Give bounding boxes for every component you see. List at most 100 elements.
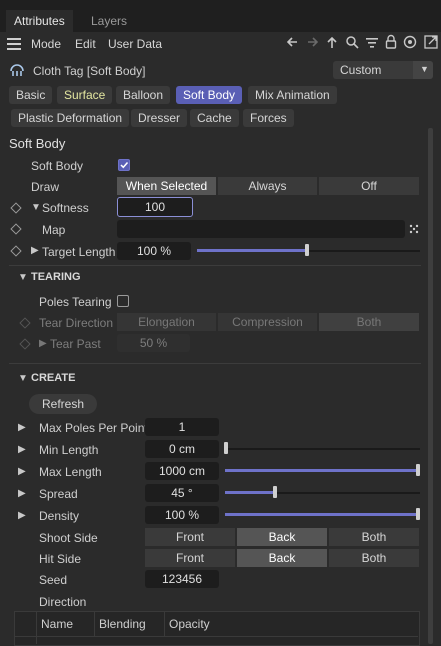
max-poles-input[interactable]: 1 [145,418,219,436]
chevron-down-icon: ▼ [420,64,429,74]
menu-mode[interactable]: Mode [31,37,61,51]
ptab-forces[interactable]: Forces [243,109,294,127]
tear-direction-elongation: Elongation [117,313,216,331]
ptab-surface[interactable]: Surface [57,86,113,104]
max-length-input[interactable]: 1000 cm [145,462,219,480]
filter-icon[interactable] [365,35,379,52]
hit-side-back[interactable]: Back [237,549,327,567]
keyframe-diamond-icon[interactable] [10,245,22,257]
spread-slider-knob[interactable] [273,486,277,498]
new-window-icon[interactable] [424,35,438,52]
column-header-opacity[interactable]: Opacity [169,617,210,631]
menu-edit[interactable]: Edit [75,37,96,51]
draw-option-always[interactable]: Always [218,177,317,195]
menu-user-data[interactable]: User Data [108,37,162,51]
shoot-side-both[interactable]: Both [329,528,419,546]
target-length-slider-fill [197,249,306,252]
ptab-plastic-deformation[interactable]: Plastic Deformation [11,109,130,127]
map-options-icon[interactable] [409,223,419,237]
seed-label: Seed [39,573,68,587]
section-title-tearing: TEARING [31,271,81,283]
hamburger-menu-icon[interactable] [7,38,21,50]
poles-tearing-label: Poles Tearing [39,295,112,309]
preset-dropdown[interactable]: Custom ▼ [333,61,433,79]
min-length-slider-knob[interactable] [224,442,228,454]
divider [94,612,95,636]
ptab-mix-animation[interactable]: Mix Animation [248,86,337,104]
divider [164,612,165,636]
preset-value: Custom [340,63,382,77]
ptab-balloon[interactable]: Balloon [116,86,171,104]
chevron-right-icon[interactable]: ▶ [18,444,26,455]
soft-body-checkbox[interactable] [118,159,130,171]
density-label: Density [39,509,80,523]
shoot-side-front[interactable]: Front [145,528,235,546]
divider [9,363,421,364]
max-length-label: Max Length [39,465,102,479]
spread-slider-fill [225,491,274,494]
min-length-label: Min Length [39,443,99,457]
ptab-soft-body[interactable]: Soft Body [176,86,243,104]
max-length-slider-fill [225,469,420,472]
tab-layers[interactable]: Layers [83,10,135,32]
ptab-cache[interactable]: Cache [190,109,239,127]
lock-icon[interactable] [385,34,397,52]
target-length-label: Target Length [42,245,116,259]
poles-tearing-checkbox[interactable] [117,295,129,307]
draw-option-off[interactable]: Off [319,177,419,195]
chevron-right-icon[interactable]: ▶ [31,245,39,256]
tear-direction-compression: Compression [218,313,317,331]
hit-side-label: Hit Side [39,552,82,566]
soft-body-label: Soft Body [31,159,84,173]
softness-input[interactable]: 100 [117,197,193,217]
chevron-right-icon[interactable]: ▶ [18,466,26,477]
spread-label: Spread [39,487,78,501]
tear-direction-label: Tear Direction [39,316,114,330]
refresh-button[interactable]: Refresh [29,394,97,414]
divider [9,265,421,266]
search-icon[interactable] [345,35,359,52]
chevron-right-icon: ▶ [39,338,47,349]
hit-side-both[interactable]: Both [329,549,419,567]
chevron-down-icon[interactable]: ▼ [18,373,28,384]
min-length-input[interactable]: 0 cm [145,440,219,458]
min-length-slider[interactable] [225,448,420,450]
chevron-right-icon[interactable]: ▶ [18,488,26,499]
back-arrow-icon[interactable] [285,35,299,52]
divider [36,612,37,644]
tab-attributes[interactable]: Attributes [6,10,73,32]
ptab-dresser[interactable]: Dresser [131,109,188,127]
draw-option-when-selected[interactable]: When Selected [117,177,216,195]
target-length-input[interactable]: 100 % [117,242,191,260]
chevron-right-icon[interactable]: ▶ [18,510,26,521]
density-input[interactable]: 100 % [145,506,219,524]
spread-input[interactable]: 45 ° [145,484,219,502]
seed-input[interactable]: 123456 [145,570,219,588]
density-slider-knob[interactable] [416,508,420,520]
target-length-slider-knob[interactable] [305,244,309,256]
keyframe-diamond-icon[interactable] [10,202,22,214]
forward-arrow-icon[interactable] [306,35,320,52]
tear-past-input: 50 % [117,334,190,352]
chevron-down-icon[interactable]: ▼ [31,202,41,213]
target-icon[interactable] [403,35,417,52]
section-heading-soft-body: Soft Body [9,136,66,151]
column-header-blending[interactable]: Blending [99,617,146,631]
map-label: Map [42,223,66,237]
keyframe-diamond-icon [19,317,31,329]
map-field[interactable] [117,220,405,238]
hit-side-front[interactable]: Front [145,549,235,567]
direction-label: Direction [39,595,87,609]
shoot-side-back[interactable]: Back [237,528,327,546]
keyframe-diamond-icon [19,338,31,350]
object-title: Cloth Tag [Soft Body] [33,64,146,78]
scrollbar[interactable] [428,128,433,644]
ptab-basic[interactable]: Basic [9,86,53,104]
tear-past-label: Tear Past [50,337,101,351]
chevron-right-icon[interactable]: ▶ [18,422,26,433]
keyframe-diamond-icon[interactable] [10,223,22,235]
max-length-slider-knob[interactable] [416,464,420,476]
chevron-down-icon[interactable]: ▼ [18,272,28,283]
up-arrow-icon[interactable] [325,35,339,52]
column-header-name[interactable]: Name [41,617,73,631]
